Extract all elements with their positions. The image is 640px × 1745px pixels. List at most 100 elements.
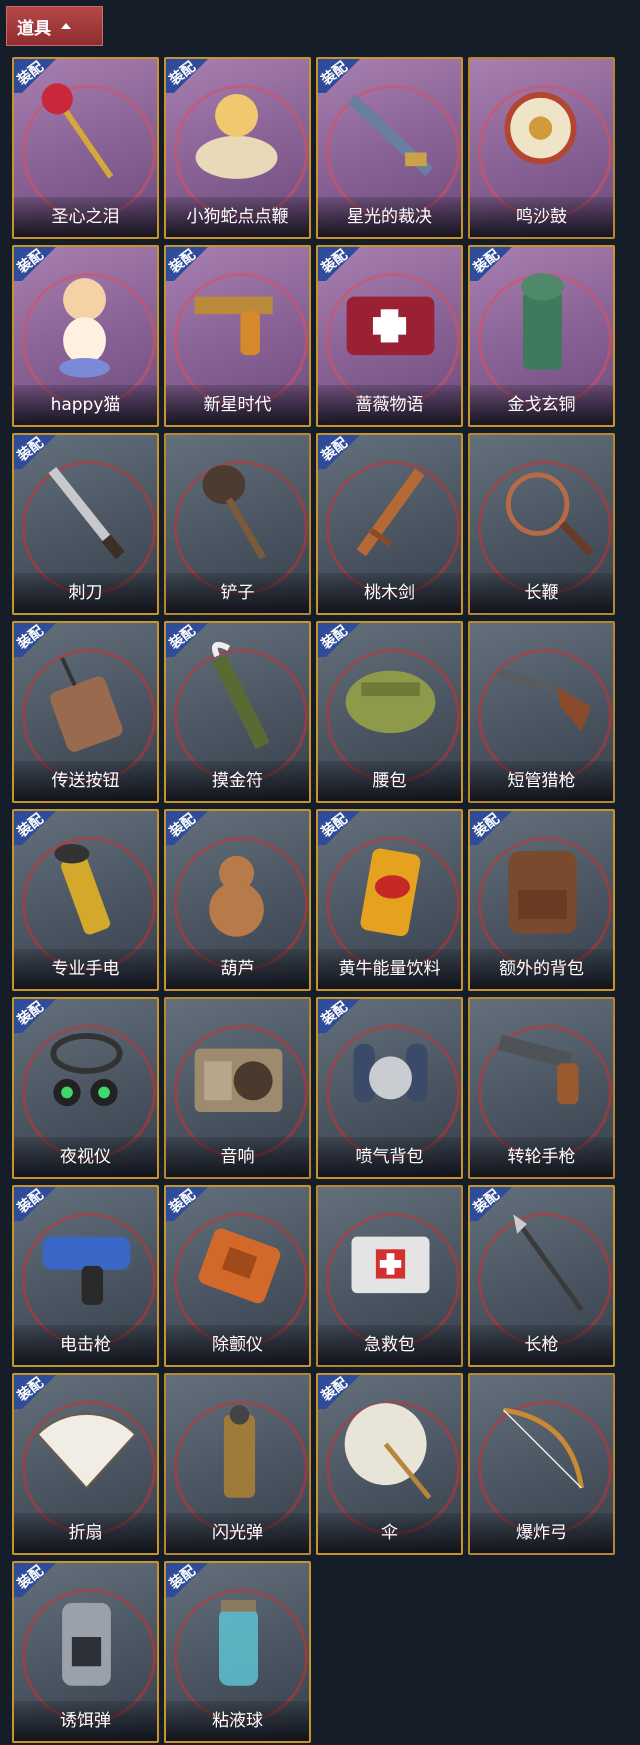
item-name: 葫芦	[166, 949, 309, 989]
header-label: 道具	[17, 18, 51, 39]
equipped-badge-label: 装配	[318, 1374, 351, 1405]
item-card[interactable]: 装配 诱饵弹	[12, 1561, 159, 1743]
item-card[interactable]: 装配 黄牛能量饮料	[316, 809, 463, 991]
equipped-badge: 装配	[166, 810, 214, 845]
item-name: 铲子	[166, 573, 309, 613]
equipped-badge-label: 装配	[166, 1562, 199, 1593]
item-name: 喷气背包	[318, 1137, 461, 1177]
equipped-badge-label: 装配	[166, 246, 199, 277]
shovel-icon	[202, 465, 266, 560]
equipped-badge: 装配	[166, 1186, 214, 1221]
item-name: 伞	[318, 1513, 461, 1553]
equipped-badge: 装配	[318, 623, 366, 657]
item-card[interactable]: 装配 葫芦	[164, 809, 311, 991]
item-card[interactable]: 装配 除颤仪	[164, 1185, 311, 1367]
equipped-badge-label: 装配	[14, 1562, 47, 1593]
item-card[interactable]: 短管猎枪	[468, 621, 615, 803]
item-card[interactable]: 装配 夜视仪	[12, 997, 159, 1179]
equipped-badge-label: 装配	[318, 810, 351, 841]
items-category-toggle[interactable]: 道具	[6, 6, 103, 46]
item-card[interactable]: 鸣沙鼓	[468, 57, 615, 239]
item-card[interactable]: 装配 折扇	[12, 1373, 159, 1555]
equipped-badge-label: 装配	[470, 246, 503, 277]
item-card[interactable]: 转轮手枪	[468, 997, 615, 1179]
flashbang-icon	[223, 1405, 256, 1498]
equipped-badge: 装配	[470, 1186, 518, 1221]
item-name: 爆炸弓	[470, 1513, 613, 1553]
equipped-badge: 装配	[14, 246, 62, 281]
item-name: happy猫	[14, 385, 157, 425]
item-card[interactable]: 装配 星光的裁决	[316, 57, 463, 239]
item-card[interactable]: 装配 圣心之泪	[12, 57, 159, 239]
equipped-badge-label: 装配	[14, 998, 47, 1029]
item-name: 星光的裁决	[318, 197, 461, 237]
item-card[interactable]: 装配 腰包	[316, 621, 463, 803]
item-card[interactable]: 装配 粘液球	[164, 1561, 311, 1743]
equipped-badge: 装配	[14, 998, 62, 1033]
equipped-badge: 装配	[318, 58, 366, 93]
item-name: 摸金符	[166, 761, 309, 801]
item-name: 新星时代	[166, 385, 309, 425]
equipped-badge-label: 装配	[318, 434, 351, 465]
item-name: 长枪	[470, 1325, 613, 1365]
item-card[interactable]: 急救包	[316, 1185, 463, 1367]
item-name: 额外的背包	[470, 949, 613, 989]
equipped-badge: 装配	[470, 811, 518, 845]
equipped-badge: 装配	[14, 1562, 62, 1597]
item-name: 折扇	[14, 1513, 157, 1553]
item-card[interactable]: 装配 新星时代	[164, 245, 311, 427]
item-card[interactable]: 闪光弹	[164, 1373, 311, 1555]
item-card[interactable]: 装配 happy猫	[12, 245, 159, 427]
equipped-badge-label: 装配	[166, 810, 199, 841]
equipped-badge-label: 装配	[318, 58, 351, 89]
item-name: 闪光弹	[166, 1513, 309, 1553]
equipped-badge: 装配	[14, 1375, 62, 1409]
equipped-badge-label: 装配	[470, 1186, 503, 1217]
item-card[interactable]: 长鞭	[468, 433, 615, 615]
item-name: 夜视仪	[14, 1137, 157, 1177]
equipped-badge: 装配	[14, 622, 62, 657]
equipped-badge-label: 装配	[14, 246, 47, 277]
equipped-badge: 装配	[318, 998, 366, 1033]
item-card[interactable]: 装配 长枪	[468, 1185, 615, 1367]
item-name: 金戈玄铜	[470, 385, 613, 425]
item-card[interactable]: 装配 刺刀	[12, 433, 159, 615]
item-name: 诱饵弹	[14, 1701, 157, 1741]
item-card[interactable]: 装配 专业手电	[12, 809, 159, 991]
explosive-bow-icon	[502, 1407, 584, 1489]
equipped-badge: 装配	[318, 1374, 366, 1409]
equipped-badge: 装配	[14, 1186, 62, 1221]
item-card[interactable]: 爆炸弓	[468, 1373, 615, 1555]
equipped-badge: 装配	[166, 623, 214, 657]
item-card[interactable]: 装配 蔷薇物语	[316, 245, 463, 427]
item-card[interactable]: 铲子	[164, 433, 311, 615]
item-card[interactable]: 装配 金戈玄铜	[468, 245, 615, 427]
equipped-badge-label: 装配	[14, 622, 47, 653]
item-card[interactable]: 装配 额外的背包	[468, 809, 615, 991]
equipped-badge: 装配	[470, 246, 518, 281]
item-card[interactable]: 装配 传送按钮	[12, 621, 159, 803]
equipped-badge-label: 装配	[166, 1186, 199, 1217]
revolver-pistol-icon	[497, 1034, 579, 1105]
equipped-badge: 装配	[166, 246, 214, 281]
whip-icon	[505, 472, 595, 556]
equipped-badge-label: 装配	[318, 998, 351, 1029]
item-card[interactable]: 装配 小狗蛇点点鞭	[164, 57, 311, 239]
item-name: 桃木剑	[318, 573, 461, 613]
chevron-up-icon	[61, 23, 71, 29]
first-aid-kit-icon	[351, 1236, 430, 1294]
item-card[interactable]: 装配 桃木剑	[316, 433, 463, 615]
equipped-badge-label: 装配	[14, 1186, 47, 1217]
equipped-badge-label: 装配	[14, 810, 47, 841]
item-card[interactable]: 装配伞	[316, 1373, 463, 1555]
equipped-badge-label: 装配	[14, 58, 47, 89]
equipped-badge: 装配	[318, 810, 366, 845]
item-card[interactable]: 音响	[164, 997, 311, 1179]
item-card[interactable]: 装配 电击枪	[12, 1185, 159, 1367]
item-card[interactable]: 装配 喷气背包	[316, 997, 463, 1179]
equipped-badge-label: 装配	[14, 434, 47, 465]
equipped-badge: 装配	[14, 58, 62, 93]
equipped-badge: 装配	[166, 1562, 214, 1597]
item-card[interactable]: 装配 摸金符	[164, 621, 311, 803]
sawed-off-shotgun-icon	[497, 667, 592, 732]
